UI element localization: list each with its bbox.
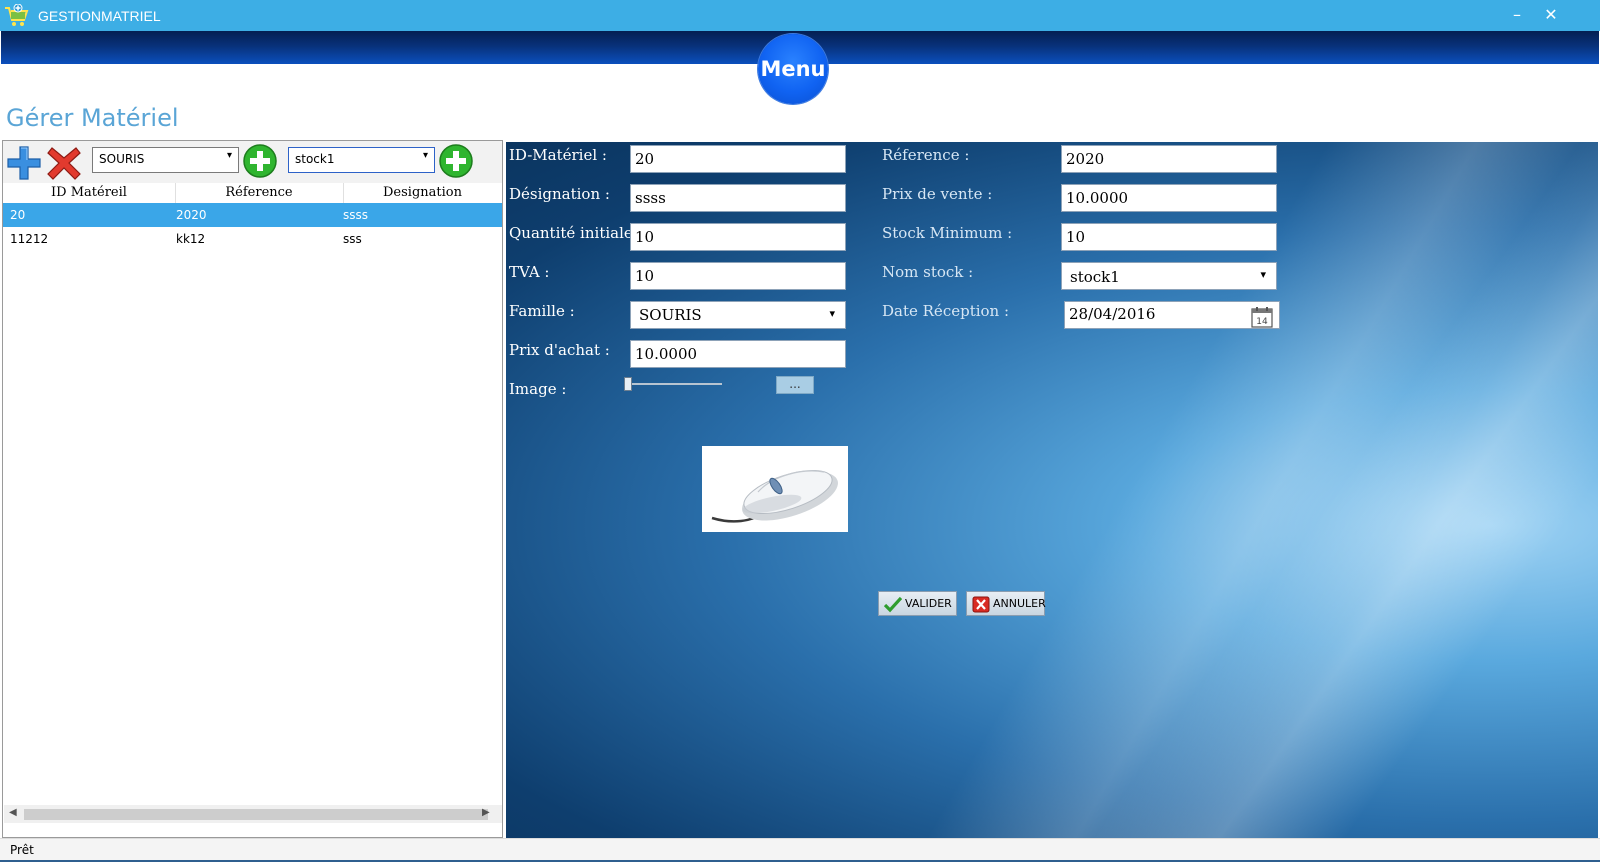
annuler-button[interactable]: ANNULER — [966, 591, 1046, 616]
chevron-down-icon: ▾ — [226, 150, 232, 161]
date-reception-picker[interactable]: 28/04/2016 14 — [1064, 301, 1280, 329]
mouse-image — [711, 469, 838, 523]
id-materiel-field[interactable] — [630, 145, 846, 173]
reference-label: Réference : — [882, 146, 970, 164]
cell-designation: sss — [343, 232, 362, 246]
tva-field[interactable] — [630, 262, 846, 290]
cell-id: 20 — [10, 208, 26, 222]
designation-field[interactable] — [630, 184, 846, 212]
stock-minimum-input[interactable] — [1066, 225, 1272, 249]
title-bar: GESTIONMATRIEL – ✕ — [0, 0, 1600, 31]
prix-vente-label: Prix de vente : — [882, 185, 993, 203]
cell-reference: 2020 — [176, 208, 207, 222]
famille-label: Famille : — [509, 302, 575, 320]
chevron-down-icon: ▾ — [829, 307, 835, 320]
scrollbar-thumb[interactable] — [24, 809, 488, 820]
cell-reference: kk12 — [176, 232, 206, 246]
stock-minimum-field[interactable] — [1061, 223, 1277, 251]
famille-select-value: SOURIS — [639, 306, 702, 324]
image-label: Image : — [509, 380, 567, 398]
scroll-left-icon[interactable]: ◀ — [9, 807, 17, 818]
calendar-icon[interactable]: 14 — [1251, 306, 1273, 328]
materials-list-panel: SOURIS ▾ stock1 ▾ ID Matéreil Réference … — [2, 140, 503, 838]
stock-minimum-label: Stock Minimum : — [882, 224, 1013, 242]
grid-header: ID Matéreil Réference Designation — [3, 183, 502, 204]
menu-button[interactable]: Menu — [758, 34, 828, 104]
add-famille-icon[interactable] — [242, 143, 278, 179]
nom-stock-select-value: stock1 — [1070, 268, 1120, 286]
id-materiel-input[interactable] — [635, 147, 841, 171]
list-toolbar: SOURIS ▾ stock1 ▾ — [3, 141, 502, 184]
prix-achat-field[interactable] — [630, 340, 846, 368]
material-form-panel: ID-Matériel : Désignation : Quantité ini… — [506, 142, 1598, 839]
delete-icon[interactable] — [46, 145, 82, 181]
reference-field[interactable] — [1061, 145, 1277, 173]
valider-button[interactable]: VALIDER — [878, 591, 957, 616]
window-title: GESTIONMATRIEL — [38, 8, 161, 24]
close-button[interactable]: ✕ — [1540, 4, 1562, 26]
date-reception-label: Date Réception : — [882, 302, 1010, 320]
famille-filter-combo[interactable]: SOURIS ▾ — [92, 147, 239, 173]
status-text: Prêt — [10, 843, 34, 857]
valider-label: VALIDER — [905, 597, 952, 610]
tva-label: TVA : — [509, 263, 550, 281]
tva-input[interactable] — [635, 264, 841, 288]
add-stock-icon[interactable] — [438, 143, 474, 179]
stock-filter-combo[interactable]: stock1 ▾ — [288, 147, 435, 173]
famille-select[interactable]: SOURIS ▾ — [630, 301, 846, 329]
calendar-day: 14 — [1256, 317, 1268, 327]
shopping-cart-icon — [5, 4, 29, 26]
image-slider-thumb[interactable] — [624, 377, 632, 391]
table-row[interactable]: 11212 kk12 sss — [3, 227, 502, 251]
checkmark-icon — [884, 596, 902, 613]
cancel-icon — [972, 596, 990, 613]
prix-achat-input[interactable] — [635, 342, 841, 366]
chevron-down-icon: ▾ — [422, 150, 428, 161]
quantite-initiale-label: Quantité initiale : — [509, 224, 643, 242]
minimize-button[interactable]: – — [1506, 4, 1528, 26]
prix-vente-field[interactable] — [1061, 184, 1277, 212]
designation-label: Désignation : — [509, 185, 610, 203]
status-bar: Prêt — [0, 838, 1600, 861]
id-materiel-label: ID-Matériel : — [509, 146, 607, 164]
date-reception-value: 28/04/2016 — [1069, 305, 1156, 323]
chevron-down-icon: ▾ — [1260, 268, 1266, 281]
browse-image-button[interactable]: ... — [776, 376, 814, 394]
annuler-label: ANNULER — [993, 597, 1046, 610]
stock-filter-value: stock1 — [295, 152, 335, 166]
table-row[interactable]: 20 2020 ssss — [3, 203, 502, 227]
column-header-reference[interactable]: Réference — [175, 185, 343, 200]
material-image — [702, 446, 848, 532]
nom-stock-select[interactable]: stock1 ▾ — [1061, 262, 1277, 290]
image-slider-track[interactable] — [626, 383, 722, 385]
horizontal-scrollbar[interactable]: ◀ ▶ — [4, 805, 502, 823]
column-header-id[interactable]: ID Matéreil — [3, 185, 175, 200]
designation-input[interactable] — [635, 186, 841, 210]
cell-designation: ssss — [343, 208, 369, 222]
famille-filter-value: SOURIS — [99, 152, 145, 166]
cell-id: 11212 — [10, 232, 49, 246]
quantite-initiale-field[interactable] — [630, 223, 846, 251]
column-header-designation[interactable]: Designation — [343, 185, 502, 200]
quantite-initiale-input[interactable] — [635, 225, 841, 249]
menu-label: Menu — [760, 57, 826, 81]
prix-achat-label: Prix d'achat : — [509, 341, 610, 359]
nom-stock-label: Nom stock : — [882, 263, 974, 281]
reference-input[interactable] — [1066, 147, 1272, 171]
add-icon[interactable] — [6, 145, 42, 181]
page-title: Gérer Matériel — [6, 104, 179, 132]
scroll-right-icon[interactable]: ▶ — [482, 807, 490, 818]
prix-vente-input[interactable] — [1066, 186, 1272, 210]
